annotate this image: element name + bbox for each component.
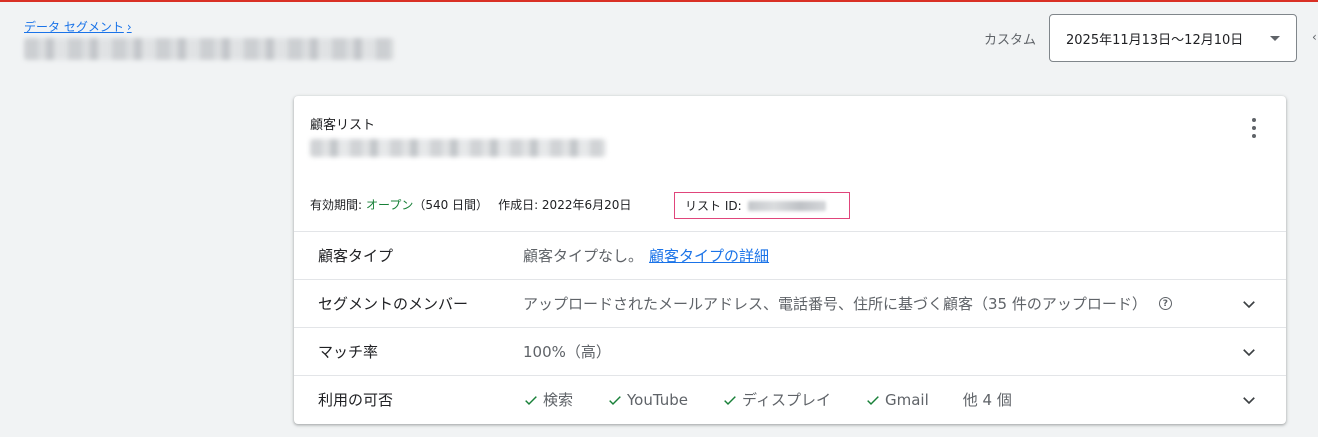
period-label: 有効期間: [310, 198, 363, 212]
row-segment-members[interactable]: セグメントのメンバー アップロードされたメールアドレス、電話番号、住所に基づく顧… [294, 279, 1286, 327]
match-rate-value: 100%（高） [523, 343, 611, 361]
row-availability[interactable]: 利用の可否 検索 YouTube ディスプレイ Gmail 他 4 個 [294, 375, 1286, 423]
availability-item: 検索 [523, 389, 573, 410]
row-content: 100%（高） [523, 341, 611, 362]
availability-label: 検索 [543, 391, 574, 409]
caret-down-icon [1270, 35, 1280, 41]
segment-meta: 有効期間: オープン （540 日間） 作成日: 2022年6月20日 [310, 196, 631, 213]
breadcrumb-label[interactable]: データ セグメント [24, 18, 124, 35]
period-days: （540 日間） [413, 198, 489, 212]
check-icon [525, 395, 537, 405]
availability-others: 他 4 個 [962, 391, 1012, 409]
card-header: 顧客リスト 有効期間: オープン （540 日間） 作成日: 2022年6月20… [294, 96, 1286, 231]
check-icon [867, 395, 879, 405]
row-label: マッチ率 [318, 343, 379, 361]
created-date: 作成日: 2022年6月20日 [498, 198, 632, 212]
row-label: 顧客タイプ [318, 247, 394, 265]
availability-list: 検索 YouTube ディスプレイ Gmail 他 4 個 [523, 389, 1012, 410]
row-label: 利用の可否 [318, 391, 394, 409]
availability-item: YouTube [607, 391, 688, 409]
customer-type-details-link[interactable]: 顧客タイプの詳細 [649, 245, 769, 266]
card-kicker: 顧客リスト [310, 118, 376, 133]
segment-title-redacted [24, 38, 394, 60]
top-accent-line [0, 0, 1318, 2]
check-icon [609, 395, 621, 405]
availability-item: ディスプレイ [722, 389, 831, 410]
chevron-down-icon[interactable] [1240, 391, 1258, 409]
help-icon[interactable]: ? [1158, 297, 1172, 310]
segment-name-redacted [310, 139, 606, 157]
availability-label: Gmail [884, 390, 929, 409]
breadcrumb[interactable]: データ セグメント › [24, 18, 132, 35]
period-status: オープン [366, 198, 414, 212]
date-range-type-label: カスタム [984, 33, 1037, 48]
segment-members-text: アップロードされたメールアドレス、電話番号、住所に基づく顧客（35 件のアップロ… [523, 295, 1147, 313]
date-range-value: 2025年11月13日〜12月10日 [1066, 32, 1244, 48]
date-range-select[interactable]: 2025年11月13日〜12月10日 [1049, 14, 1297, 62]
availability-item: Gmail [865, 391, 929, 409]
chevron-left-icon[interactable]: ‹ [1312, 30, 1317, 44]
row-content: 顧客タイプなし。 顧客タイプの詳細 [523, 245, 769, 266]
more-vert-icon[interactable] [1246, 118, 1262, 138]
chevron-right-icon: › [126, 19, 132, 34]
customer-type-text: 顧客タイプなし。 [523, 247, 644, 265]
chevron-down-icon[interactable] [1240, 295, 1258, 313]
list-id-redacted [747, 200, 826, 211]
row-match-rate[interactable]: マッチ率 100%（高） [294, 327, 1286, 375]
segment-detail-card: 顧客リスト 有効期間: オープン （540 日間） 作成日: 2022年6月20… [294, 96, 1286, 424]
row-customer-type: 顧客タイプ 顧客タイプなし。 顧客タイプの詳細 [294, 231, 1286, 279]
availability-label: ディスプレイ [742, 391, 831, 409]
list-id-highlight: リスト ID: [674, 192, 850, 219]
list-id-label: リスト ID: [685, 199, 742, 213]
row-content: アップロードされたメールアドレス、電話番号、住所に基づく顧客（35 件のアップロ… [523, 293, 1172, 314]
row-label: セグメントのメンバー [318, 295, 469, 313]
chevron-down-icon[interactable] [1240, 343, 1258, 361]
availability-label: YouTube [627, 390, 689, 409]
check-icon [724, 395, 736, 405]
